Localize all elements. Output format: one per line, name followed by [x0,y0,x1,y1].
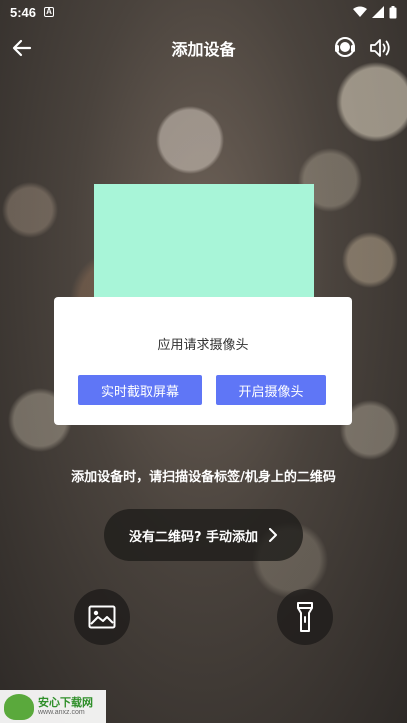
top-bar: 添加设备 [0,24,407,70]
open-camera-button[interactable]: 开启摄像头 [216,375,326,405]
watermark-logo-icon [4,693,34,720]
headset-icon[interactable] [334,36,356,58]
watermark-title: 安心下载网 [38,695,93,709]
notification-a-icon: A [44,7,55,17]
capture-screen-button[interactable]: 实时截取屏幕 [78,375,202,405]
gallery-button[interactable] [74,589,130,645]
watermark: 安心下载网 www.anxz.com [0,690,106,723]
wifi-icon [353,6,367,17]
flashlight-icon [297,602,313,632]
flashlight-button[interactable] [277,589,333,645]
dialog-message: 应用请求摄像头 [157,338,249,353]
chevron-right-icon [269,528,278,542]
watermark-url: www.anxz.com [38,708,85,716]
manual-add-label: 没有二维码? 手动添加 [128,529,259,545]
signal-icon [372,6,384,18]
speaker-icon[interactable] [368,36,392,60]
manual-add-button[interactable]: 没有二维码? 手动添加 [104,509,303,561]
battery-icon [389,5,397,18]
camera-permission-dialog: 应用请求摄像头 实时截取屏幕 开启摄像头 [54,297,352,425]
status-bar: 5:46 A [0,0,407,24]
status-time: 5:46 [10,4,37,20]
image-icon [88,605,116,629]
scan-preview-frame [94,184,314,306]
scan-hint-text: 添加设备时，请扫描设备标签/机身上的二维码 [71,470,336,485]
